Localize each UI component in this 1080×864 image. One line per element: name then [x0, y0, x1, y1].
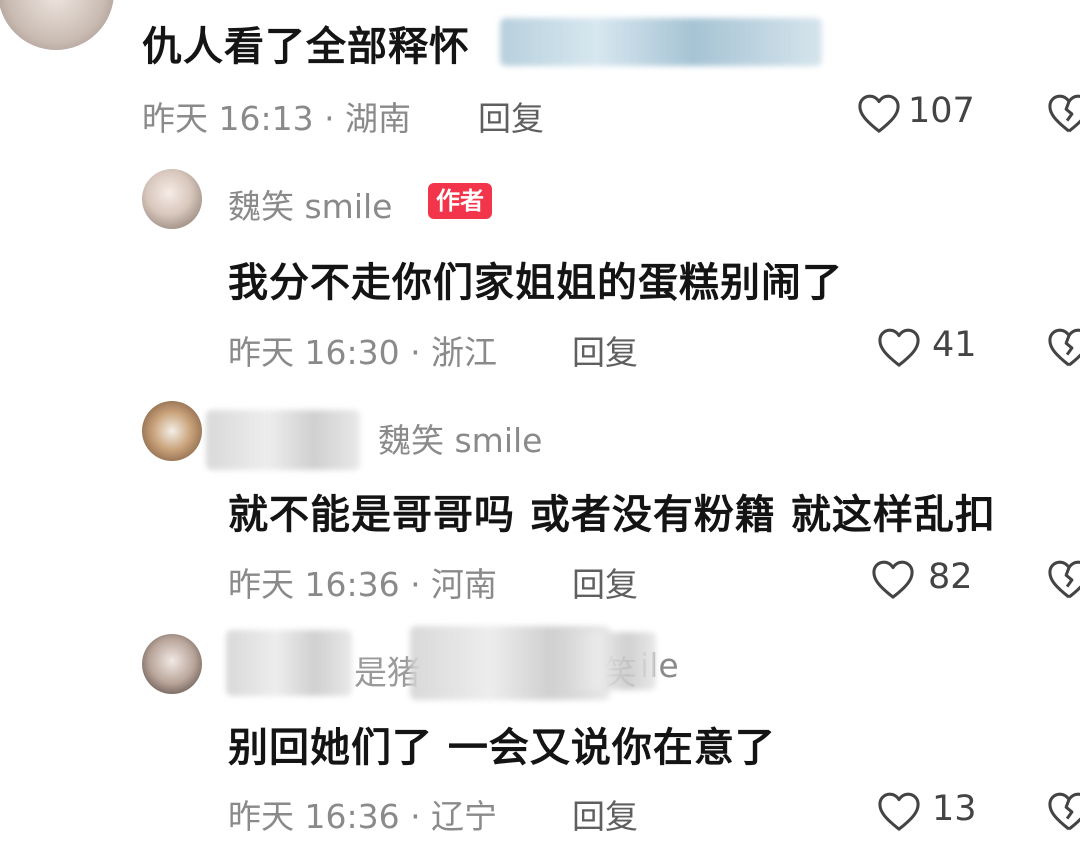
comment-text: 就不能是哥哥吗 或者没有粉籍 就这样乱扣: [228, 492, 996, 538]
commenter-avatar[interactable]: [142, 634, 202, 694]
comment-meta: 昨天 16:36 · 河南: [228, 565, 498, 604]
broken-heart-icon[interactable]: [1046, 790, 1080, 832]
username[interactable]: 魏笑 smile: [228, 180, 392, 228]
heart-icon[interactable]: [876, 326, 922, 368]
blurred-username: [206, 410, 360, 470]
like-count: 107: [908, 91, 975, 131]
reply-to-username[interactable]: 魏笑 smile: [378, 414, 542, 462]
blurred-username: [226, 630, 352, 696]
heart-icon[interactable]: [856, 92, 902, 134]
reply-button[interactable]: 回复: [572, 790, 638, 838]
commenter-avatar[interactable]: [142, 401, 202, 461]
broken-heart-icon[interactable]: [1046, 92, 1080, 134]
author-badge: 作者: [428, 183, 492, 219]
comment-meta: 昨天 16:30 · 浙江: [228, 333, 498, 372]
heart-icon[interactable]: [876, 790, 922, 832]
commenter-avatar[interactable]: [0, 0, 114, 50]
blurred-username: [560, 632, 656, 690]
reply-button[interactable]: 回复: [478, 92, 544, 140]
author-avatar[interactable]: [142, 169, 202, 229]
heart-icon[interactable]: [870, 558, 916, 600]
reply-button[interactable]: 回复: [572, 558, 638, 606]
comment-meta: 昨天 16:13 · 湖南: [142, 99, 412, 138]
comment-text: 我分不走你们家姐姐的蛋糕别闹了: [228, 260, 843, 306]
broken-heart-icon[interactable]: [1046, 558, 1080, 600]
comment-text: 仇人看了全部释怀: [142, 24, 470, 70]
broken-heart-icon[interactable]: [1046, 326, 1080, 368]
like-count: 82: [928, 557, 973, 597]
reply-button[interactable]: 回复: [572, 326, 638, 374]
like-count: 41: [932, 325, 977, 365]
comment-meta: 昨天 16:36 · 辽宁: [228, 797, 498, 836]
like-count: 13: [932, 789, 977, 829]
comment-text: 别回她们了 一会又说你在意了: [228, 725, 776, 771]
blurred-emoji: [500, 18, 822, 66]
